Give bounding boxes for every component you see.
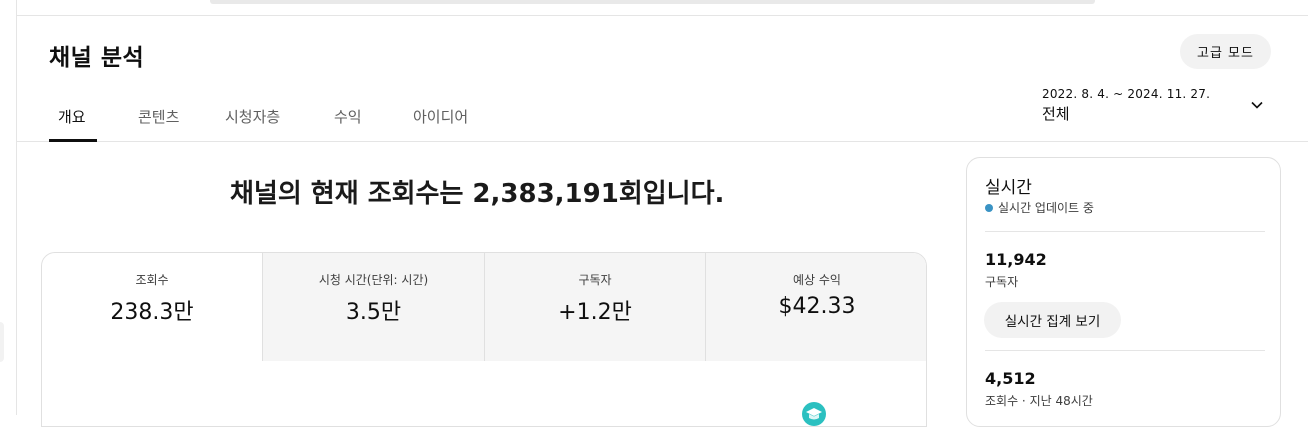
sidebar-handle[interactable] [0,322,4,362]
metric-label: 구독자 [578,273,612,287]
metric-views[interactable]: 조회수 238.3만 [42,253,263,361]
tab-bar: 개요 콘텐츠 시청자층 수익 아이디어 [17,96,1308,142]
metric-revenue[interactable]: 예상 수익 $42.33 [706,253,926,361]
tab-ideas[interactable]: 아이디어 [413,106,468,127]
metric-watch-time[interactable]: 시청 시간(단위: 시간) 3.5만 [263,253,485,361]
date-range-text[interactable]: 2022. 8. 4. ~ 2024. 11. 27. [1042,87,1210,101]
chevron-down-icon[interactable] [1250,98,1264,112]
tab-content[interactable]: 콘텐츠 [138,106,179,127]
realtime-views-value: 4,512 [985,369,1036,388]
advanced-mode-button[interactable]: 고급 모드 [1180,34,1271,69]
active-tab-indicator [49,139,97,142]
view-realtime-button[interactable]: 실시간 집계 보기 [984,302,1121,338]
divider [985,231,1265,232]
live-dot-icon [985,203,993,212]
channel-views-headline: 채널의 현재 조회수는 2,383,191회입니다. [230,179,725,209]
graduation-cap-icon [802,402,826,426]
metric-value: $42.33 [778,294,856,319]
realtime-status-text: 실시간 업데이트 중 [998,201,1094,215]
metric-label: 조회수 [135,273,169,287]
metric-value: 238.3만 [110,300,194,325]
tab-revenue[interactable]: 수익 [334,106,362,127]
realtime-card: 실시간 실시간 업데이트 중 11,942 구독자 실시간 집계 보기 4,51… [966,157,1281,427]
tab-audience[interactable]: 시청자층 [225,106,280,127]
tab-overview[interactable]: 개요 [58,106,86,127]
metric-label: 예상 수익 [793,273,841,287]
divider [985,350,1265,351]
realtime-subscribers-label: 구독자 [985,275,1019,289]
metrics-card: 조회수 238.3만 시청 시간(단위: 시간) 3.5만 구독자 +1.2만 … [41,252,927,427]
metric-value: 3.5만 [345,300,402,325]
metric-label: 시청 시간(단위: 시간) [318,273,429,287]
realtime-status: 실시간 업데이트 중 [985,199,1094,216]
page-title: 채널 분석 [49,45,145,71]
realtime-views-label: 조회수 · 지난 48시간 [985,394,1093,408]
metric-value: +1.2만 [558,300,632,325]
realtime-title: 실시간 [985,178,1032,198]
realtime-subscribers-value: 11,942 [985,250,1047,269]
date-range-label[interactable]: 전체 [1042,103,1070,124]
top-search-shadow [210,0,1095,4]
metric-subscribers[interactable]: 구독자 +1.2만 [485,253,706,361]
